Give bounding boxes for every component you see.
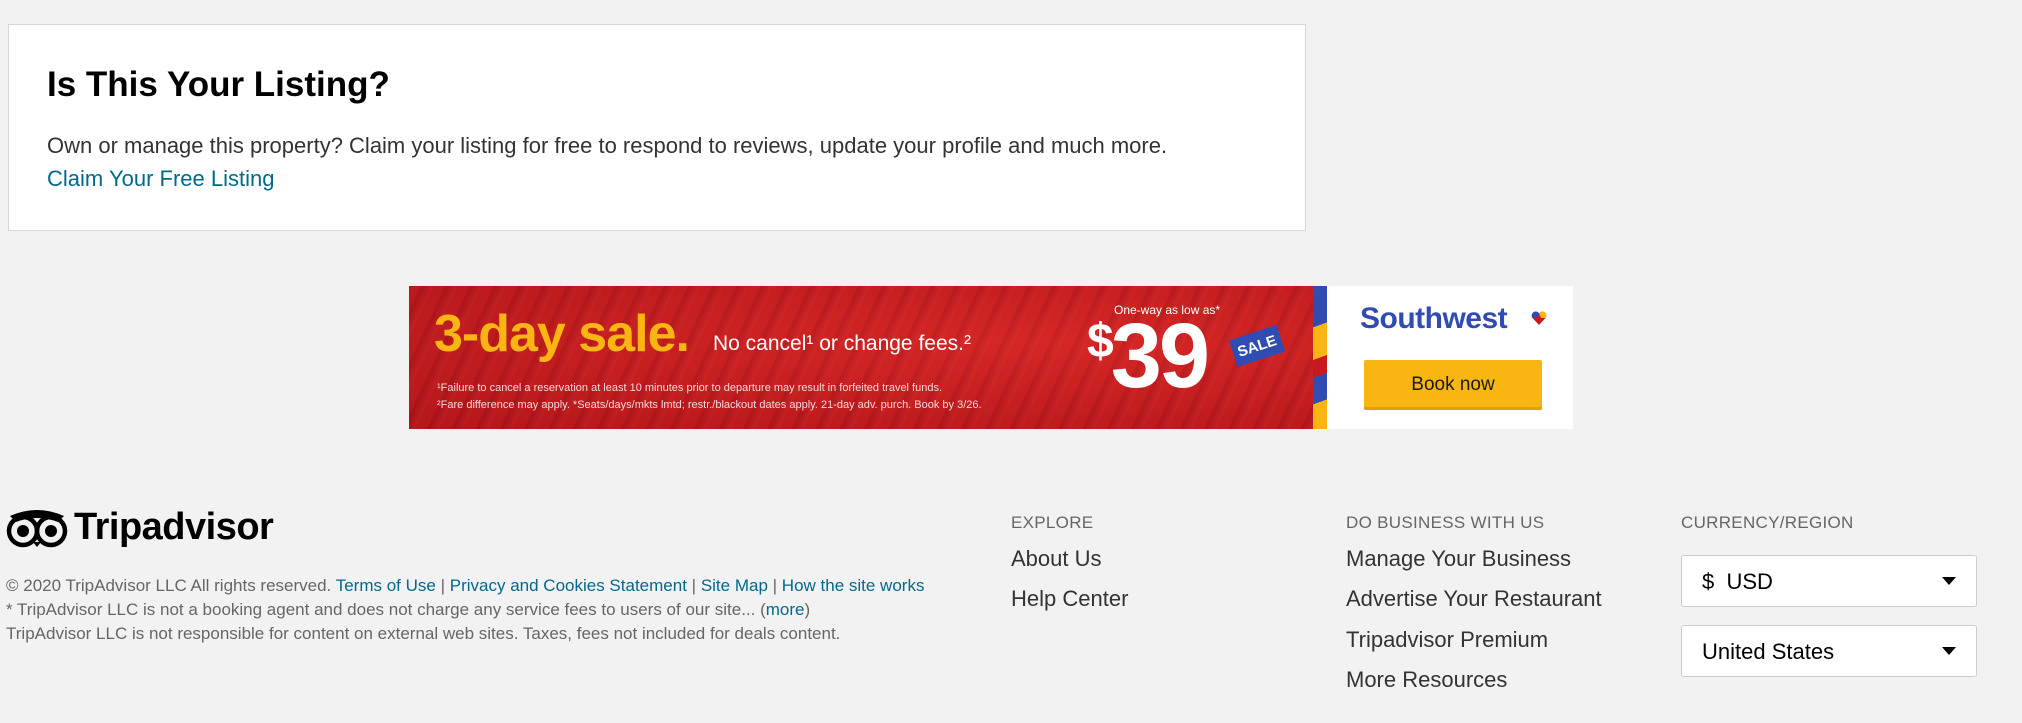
- do-business-heading: DO BUSINESS WITH US: [1346, 513, 1545, 532]
- region-value: United States: [1702, 639, 1835, 664]
- claim-free-listing-link[interactable]: Claim Your Free Listing: [47, 166, 274, 192]
- link-separator: |: [691, 576, 697, 595]
- currency-select[interactable]: $ USD: [1681, 555, 1977, 607]
- southwest-heart-icon: [1531, 311, 1547, 325]
- ad-headline: 3-day sale.: [434, 305, 690, 363]
- terms-of-use-link[interactable]: Terms of Use: [336, 576, 436, 595]
- explore-heading: EXPLORE: [1011, 513, 1094, 532]
- tripadvisor-wordmark: Tripadvisor: [74, 506, 274, 548]
- southwest-logo: Southwest: [1360, 302, 1508, 335]
- disclaimer-text-1: * TripAdvisor LLC is not a booking agent…: [6, 600, 766, 619]
- advertise-restaurant-link[interactable]: Advertise Your Restaurant: [1346, 586, 1602, 612]
- chevron-down-icon: [1942, 577, 1956, 585]
- claim-listing-description: Own or manage this property? Claim your …: [47, 133, 1168, 158]
- currency-value: $ USD: [1702, 569, 1773, 595]
- more-link[interactable]: more: [766, 600, 805, 619]
- owl-eyes-icon: [6, 509, 68, 547]
- tripadvisor-premium-link[interactable]: Tripadvisor Premium: [1346, 627, 1548, 653]
- link-separator: |: [772, 576, 778, 595]
- southwest-ad-banner[interactable]: 3-day sale. No cancel¹ or change fees.² …: [409, 286, 1573, 429]
- about-us-link[interactable]: About Us: [1011, 546, 1102, 572]
- copyright-line: © 2020 TripAdvisor LLC All rights reserv…: [6, 574, 946, 598]
- ad-subline: No cancel¹ or change fees.²: [713, 332, 971, 355]
- claim-listing-card: Is This Your Listing? Own or manage this…: [8, 24, 1306, 231]
- tripadvisor-logo[interactable]: Tripadvisor: [6, 506, 274, 549]
- disclaimer-line-2: TripAdvisor LLC is not responsible for c…: [6, 624, 841, 643]
- currency-symbol: $: [1702, 569, 1715, 594]
- region-select[interactable]: United States: [1681, 625, 1977, 677]
- how-site-works-link[interactable]: How the site works: [782, 576, 925, 595]
- ad-brand-stripes: [1313, 286, 1327, 429]
- chevron-down-icon: [1942, 647, 1956, 655]
- ad-fine-print-2: ²Fare difference may apply. *Seats/days/…: [437, 399, 982, 411]
- ad-price-value: 39: [1110, 305, 1210, 407]
- privacy-statement-link[interactable]: Privacy and Cookies Statement: [450, 576, 687, 595]
- site-map-link[interactable]: Site Map: [701, 576, 768, 595]
- claim-listing-title: Is This Your Listing?: [47, 65, 390, 104]
- help-center-link[interactable]: Help Center: [1011, 586, 1128, 612]
- ad-brand-panel: Southwest Book now: [1327, 286, 1573, 429]
- link-separator: |: [440, 576, 446, 595]
- disclaimer-close-paren: ): [804, 600, 811, 619]
- book-now-button[interactable]: Book now: [1364, 360, 1542, 410]
- ad-price-symbol: $: [1087, 315, 1114, 368]
- ad-fine-print-1: ¹Failure to cancel a reservation at leas…: [437, 382, 943, 394]
- footer-legal: © 2020 TripAdvisor LLC All rights reserv…: [6, 574, 946, 646]
- currency-code: USD: [1726, 569, 1773, 594]
- copyright-text: © 2020 TripAdvisor LLC All rights reserv…: [6, 576, 332, 595]
- disclaimer-line-1: * TripAdvisor LLC is not a booking agent…: [6, 598, 946, 622]
- more-resources-link[interactable]: More Resources: [1346, 667, 1507, 693]
- ad-price: $39: [1087, 310, 1210, 402]
- currency-region-heading: CURRENCY/REGION: [1681, 513, 1854, 532]
- manage-business-link[interactable]: Manage Your Business: [1346, 546, 1571, 572]
